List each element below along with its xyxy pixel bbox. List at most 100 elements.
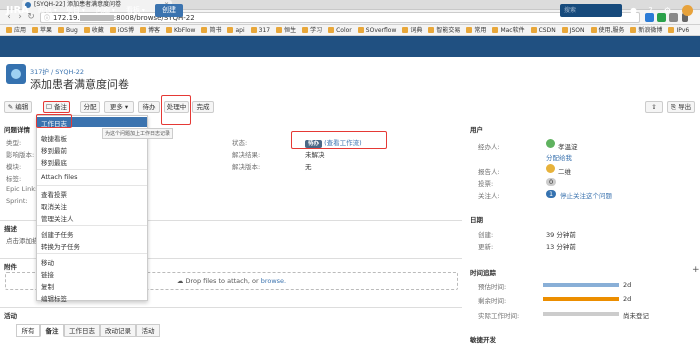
menu-item-attach-files[interactable]: Attach files [41, 173, 77, 181]
bookmark-item[interactable]: 学习 [302, 25, 322, 35]
menu-issues[interactable]: 问题 [96, 6, 115, 15]
menu-divider [37, 253, 147, 254]
folder-icon [668, 27, 675, 33]
menu-item-rank-bottom[interactable]: 移到最底 [41, 157, 67, 167]
details-heading: 问题详情 [4, 126, 30, 134]
folder-icon [250, 27, 257, 33]
edit-button[interactable]: ✎ 编辑 [4, 101, 32, 113]
bookmark-item[interactable]: iOS博 [109, 25, 134, 35]
add-icon[interactable]: + [692, 265, 700, 275]
bookmark-item[interactable]: 苹果 [32, 25, 52, 35]
bookmark-item[interactable]: IPv6 [668, 25, 689, 35]
bookmark-item[interactable]: CSDN [530, 25, 556, 35]
in-progress-button[interactable]: 处理中 [164, 101, 189, 113]
todo-button[interactable]: 待办 [138, 101, 160, 113]
bookmark-item[interactable]: 常用 [466, 25, 486, 35]
menu-item-convert-subtask[interactable]: 转换为子任务 [41, 241, 80, 251]
folder-icon [328, 27, 335, 33]
logged-value: 尚未登记 [623, 312, 649, 320]
bookmark-item[interactable]: 恒生 [276, 25, 296, 35]
menu-projects[interactable]: 项目 [66, 6, 85, 15]
bookmark-item[interactable]: Color [328, 25, 352, 35]
menu-item-create-subtask[interactable]: 创建子任务 [41, 229, 74, 239]
tab-history[interactable]: 改动记录 [100, 324, 136, 337]
bookmark-item[interactable]: JSON [561, 25, 585, 35]
epic-link-label: Epic Link: [6, 185, 38, 193]
menu-item-view-votes[interactable]: 查看投票 [41, 189, 67, 199]
bookmark-item[interactable]: 新浪微博 [630, 25, 662, 35]
share-button[interactable]: ⇪ [645, 101, 663, 113]
user-avatar[interactable] [682, 5, 693, 16]
folder-icon [166, 27, 172, 33]
tab-comments[interactable]: 备注 [40, 324, 64, 337]
breadcrumb-key[interactable]: SYQH-22 [55, 68, 84, 76]
jira-logo[interactable]: JIRA [6, 5, 29, 16]
estimated-value: 2d [623, 281, 632, 289]
bookmark-item[interactable]: api [227, 25, 245, 35]
description-heading: 描述 [4, 225, 17, 233]
reporter-value[interactable]: 二维 [558, 166, 571, 176]
reporter-avatar [546, 164, 555, 173]
folder-icon [466, 27, 473, 33]
tab-activity[interactable]: 活动 [136, 324, 160, 337]
assignee-value[interactable]: 孝温淀 [558, 141, 578, 151]
affects-version-label: 影响版本: [6, 151, 35, 159]
status-value: 待办 (查看工作流) [305, 137, 362, 148]
stop-watching-link[interactable]: 停止关注这个问题 [560, 190, 612, 200]
remaining-bar [543, 297, 619, 301]
search-input[interactable]: 搜索 [560, 4, 622, 17]
notifications-icon[interactable]: ● [628, 5, 639, 16]
estimated-label: 预估时间: [478, 283, 507, 291]
remaining-label: 剩余时间: [478, 297, 507, 305]
project-avatar[interactable] [6, 64, 26, 84]
votes-badge[interactable]: 0 [546, 178, 557, 186]
type-label: 类型: [6, 139, 22, 147]
bookmark-item[interactable]: 词典 [402, 25, 422, 35]
bookmark-item[interactable]: 简书 [201, 25, 221, 35]
bookmark-item[interactable]: SOverflow [357, 25, 396, 35]
browse-link[interactable]: browse. [261, 277, 286, 285]
menu-item-agile-board[interactable]: 敏捷看板 [41, 133, 67, 143]
bookmark-item[interactable]: 收藏 [83, 25, 104, 35]
sprint-label: Sprint: [6, 197, 28, 205]
bookmark-item[interactable]: 317 [250, 25, 270, 35]
menu-dashboards[interactable]: 面板 [38, 6, 57, 15]
menu-item-edit-labels[interactable]: 编辑标签 [41, 293, 67, 303]
menu-item-link[interactable]: 链接 [41, 269, 54, 279]
watchers-badge[interactable]: 1 [546, 190, 557, 198]
tab-all[interactable]: 所有 [16, 324, 40, 337]
create-button[interactable]: 创建 [155, 4, 183, 17]
done-button[interactable]: 完成 [192, 101, 214, 113]
more-button[interactable]: 更多 ▾ [104, 101, 134, 113]
folder-icon [530, 27, 537, 33]
tab-worklog[interactable]: 工作日志 [64, 324, 100, 337]
bookmark-item[interactable]: Mac软件 [492, 25, 525, 35]
gear-icon[interactable]: ⚙ [662, 5, 673, 16]
menu-item-rank-top[interactable]: 移到最前 [41, 145, 67, 155]
updated-label: 更新: [478, 243, 494, 251]
view-workflow-link[interactable]: (查看工作流) [324, 139, 362, 147]
bookmark-item[interactable]: KbFlow [166, 25, 195, 35]
menu-boards[interactable]: 看板 [126, 6, 145, 15]
folder-icon [590, 27, 597, 33]
menu-item-manage-watchers[interactable]: 管理关注人 [41, 213, 74, 223]
log-work-tooltip: 为这个问题加上工作日志记录 [102, 128, 174, 139]
bookmark-item[interactable]: 应用 [6, 25, 26, 35]
status-label: 状态: [232, 139, 248, 147]
assign-to-me-link[interactable]: 分配给我 [546, 152, 572, 162]
menu-item-clone[interactable]: 复制 [41, 281, 54, 291]
bookmark-item[interactable]: 博客 [139, 25, 160, 35]
assign-button[interactable]: 分配 [80, 101, 100, 113]
menu-item-move[interactable]: 移动 [41, 257, 54, 267]
bookmark-item[interactable]: 智能交易 [428, 25, 460, 35]
help-icon[interactable]: ? [645, 5, 656, 16]
assignee-label: 经办人: [478, 143, 500, 151]
bookmarks-bar: 应用 苹果 Bug 收藏 iOS博 博客 KbFlow 简书 api 317 恒生 学习 Color SO… [0, 25, 700, 36]
bookmark-item[interactable]: Bug [58, 25, 78, 35]
page-title[interactable]: 添加患者满意度问卷 [30, 76, 129, 92]
breadcrumb-project[interactable]: 317护 [30, 68, 49, 76]
export-button[interactable]: ⎘ 导出 [667, 101, 695, 113]
menu-item-stop-watching[interactable]: 取消关注 [41, 201, 67, 211]
comment-button[interactable]: ☐ 备注 [43, 101, 70, 113]
bookmark-item[interactable]: 使用,服务 [590, 25, 624, 35]
